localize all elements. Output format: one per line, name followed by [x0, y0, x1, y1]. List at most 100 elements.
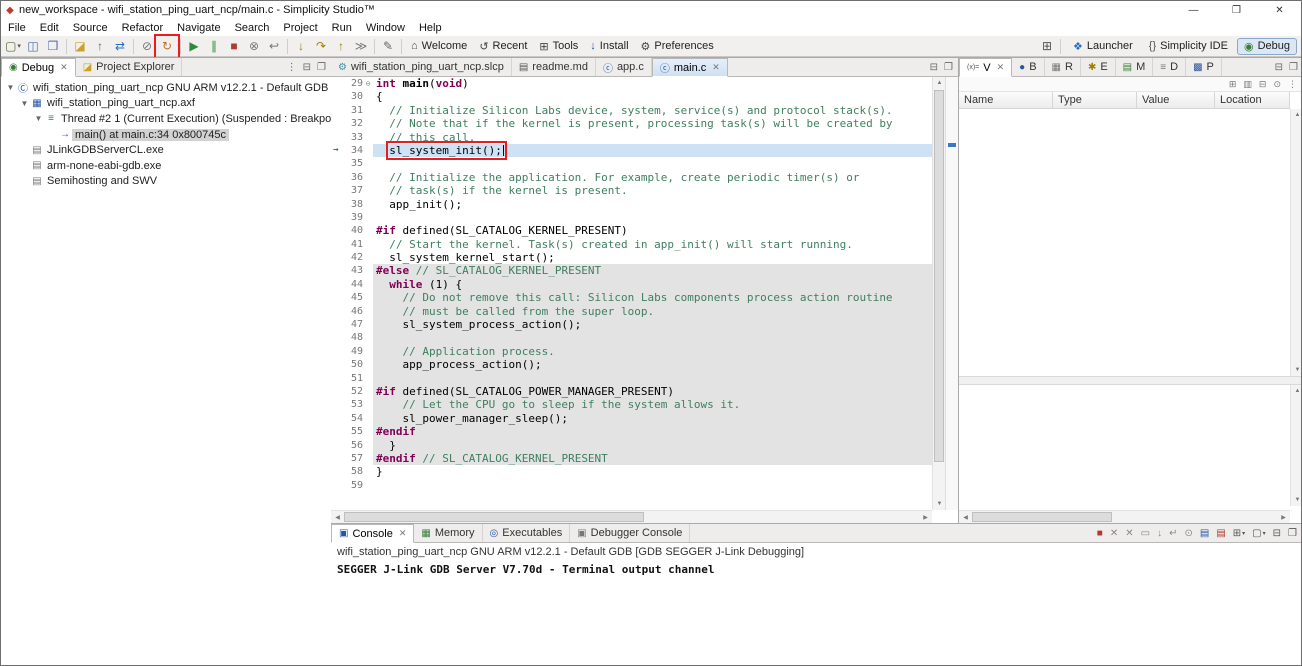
code-line-text[interactable]: {: [373, 90, 932, 103]
tab-executables[interactable]: ◎Executables: [483, 524, 571, 542]
show-stdout-icon[interactable]: ▤: [1200, 528, 1209, 539]
column-header-type[interactable]: Type: [1053, 92, 1137, 108]
tree-item-semihosting-and-swv[interactable]: ▤Semihosting and SWV: [1, 174, 331, 190]
tree-item-wifi-station-ping-uart-ncp-gnu[interactable]: ▼Ⓒwifi_station_ping_uart_ncp GNU ARM v12…: [1, 80, 331, 96]
terminate-console-icon[interactable]: ■: [1097, 528, 1103, 539]
code-line-text[interactable]: }: [373, 465, 932, 478]
overview-ruler[interactable]: [945, 77, 958, 510]
tab-project-explorer[interactable]: ◪Project Explorer: [76, 58, 183, 76]
menu-edit[interactable]: Edit: [33, 22, 66, 34]
display-console-icon[interactable]: ▢▾: [1252, 528, 1265, 539]
open-perspective-icon[interactable]: ⊞: [1037, 37, 1057, 56]
instruction-stepping-icon[interactable]: ≫: [351, 37, 371, 56]
instruction-pointer-icon[interactable]: →: [331, 144, 341, 157]
scroll-lock-icon[interactable]: ↓: [1157, 528, 1162, 539]
code-line-text[interactable]: // Do not remove this call: Silicon Labs…: [373, 291, 932, 304]
details-vertical-scrollbar[interactable]: ▲ ▼: [1290, 385, 1302, 506]
code-line-text[interactable]: app_init();: [373, 198, 932, 211]
tab-p[interactable]: ▩P: [1186, 58, 1222, 76]
tree-item-jlinkgdbservercl-exe[interactable]: ▤JLinkGDBServerCL.exe: [1, 142, 331, 158]
editor-vscroll-thumb[interactable]: [934, 90, 944, 462]
expander-icon[interactable]: ▼: [33, 114, 44, 123]
close-tab-icon[interactable]: ✕: [712, 62, 720, 73]
view-menu-icon[interactable]: ⋮: [1288, 79, 1297, 90]
tab-b[interactable]: ●B: [1012, 58, 1044, 76]
minimize-view-icon[interactable]: ⊟: [1275, 62, 1283, 73]
code-line-text[interactable]: #endif: [373, 425, 932, 438]
tools-button[interactable]: ⊞Tools: [533, 37, 584, 56]
tree-item-wifi-station-ping-uart-ncp-axf[interactable]: ▼▦wifi_station_ping_uart_ncp.axf: [1, 96, 331, 112]
code-editor[interactable]: 29⊖int main(void)30{31 // Initialize Sil…: [331, 77, 932, 510]
terminate-icon[interactable]: ■: [224, 37, 244, 56]
tab-debug[interactable]: ◉Debug✕: [1, 58, 76, 77]
code-line-text[interactable]: app_process_action();: [373, 358, 932, 371]
maximize-view-icon[interactable]: ❐: [944, 62, 953, 73]
code-line-text[interactable]: #else // SL_CATALOG_KERNEL_PRESENT: [373, 264, 932, 277]
variables-sash[interactable]: [959, 376, 1302, 385]
scroll-right-arrow-icon[interactable]: ▶: [919, 511, 932, 523]
code-line-text[interactable]: sl_system_init();: [373, 144, 932, 157]
collapse-all-icon[interactable]: ⊟: [1259, 79, 1267, 90]
tab-r[interactable]: ▦R: [1045, 58, 1081, 76]
show-columns-icon[interactable]: ▥: [1243, 79, 1252, 90]
tab-v[interactable]: (x)=V✕: [959, 58, 1012, 77]
tab-e[interactable]: ✱E: [1081, 58, 1116, 76]
tab-d[interactable]: ≡D: [1153, 58, 1186, 76]
open-console-icon[interactable]: ⊞▾: [1233, 528, 1245, 539]
step-into-icon[interactable]: ↓: [291, 37, 311, 56]
menu-navigate[interactable]: Navigate: [170, 22, 227, 34]
menu-file[interactable]: File: [1, 22, 33, 34]
pin-view-icon[interactable]: ⊙: [1273, 79, 1281, 90]
menu-help[interactable]: Help: [412, 22, 449, 34]
menu-run[interactable]: Run: [325, 22, 359, 34]
code-line-text[interactable]: sl_power_manager_sleep();: [373, 412, 932, 425]
menu-search[interactable]: Search: [228, 22, 277, 34]
maximize-view-icon[interactable]: ❐: [1289, 62, 1298, 73]
editor-tab-main-c[interactable]: ⓒmain.c✕: [652, 58, 728, 77]
tree-item-main-at-main-c-34-0x800745c[interactable]: →main() at main.c:34 0x800745c: [1, 127, 331, 143]
tree-item-thread-2-1-current-execution[interactable]: ▼≡Thread #2 1 (Current Execution) (Suspe…: [1, 111, 331, 127]
expander-icon[interactable]: ▼: [19, 99, 30, 108]
menu-project[interactable]: Project: [276, 22, 324, 34]
menu-window[interactable]: Window: [359, 22, 412, 34]
suspend-icon[interactable]: ∥: [204, 37, 224, 56]
code-line-text[interactable]: #if defined(SL_CATALOG_KERNEL_PRESENT): [373, 224, 932, 237]
close-tab-icon[interactable]: ✕: [399, 528, 407, 539]
scroll-up-arrow-icon[interactable]: ▲: [1291, 109, 1302, 121]
perspective-debug[interactable]: ◉Debug: [1237, 38, 1297, 55]
code-line-text[interactable]: // Note that if the kernel is present, p…: [373, 117, 932, 130]
code-line-text[interactable]: // must be called from the super loop.: [373, 305, 932, 318]
editor-tab-wifi-station-ping-uart-ncp-slcp[interactable]: ⚙wifi_station_ping_uart_ncp.slcp: [331, 58, 512, 76]
code-line-text[interactable]: // Start the kernel. Task(s) created in …: [373, 238, 932, 251]
minimize-button[interactable]: —: [1172, 1, 1215, 19]
column-header-location[interactable]: Location: [1215, 92, 1290, 108]
close-button[interactable]: ✕: [1258, 1, 1301, 19]
save-all-icon[interactable]: ❒: [43, 37, 63, 56]
column-header-value[interactable]: Value: [1137, 92, 1215, 108]
maximize-button[interactable]: ❐: [1215, 1, 1258, 19]
code-line-text[interactable]: [373, 211, 932, 224]
variables-details-pane[interactable]: [959, 385, 1290, 506]
recent-button[interactable]: ↺Recent: [473, 37, 533, 56]
tab-memory[interactable]: ▦Memory: [414, 524, 482, 542]
welcome-button[interactable]: ⌂Welcome: [405, 37, 473, 56]
clear-console-icon[interactable]: ▭: [1141, 528, 1150, 539]
minimize-view-icon[interactable]: ⊟: [303, 62, 311, 73]
scroll-left-arrow-icon[interactable]: ◀: [959, 511, 972, 523]
refresh-icon[interactable]: ⇄: [110, 37, 130, 56]
step-over-icon[interactable]: ↷: [311, 37, 331, 56]
variables-table-body[interactable]: [959, 109, 1290, 375]
remove-launch-icon[interactable]: ✕: [1110, 528, 1118, 539]
variables-horizontal-scrollbar[interactable]: ◀ ▶: [959, 510, 1290, 523]
reset-device-icon[interactable]: ↻: [157, 37, 177, 56]
install-button[interactable]: ↓Install: [584, 37, 634, 56]
close-tab-icon[interactable]: ✕: [60, 62, 68, 73]
skip-all-breakpoints-icon[interactable]: ⊘: [137, 37, 157, 56]
preferences-button[interactable]: ⚙Preferences: [635, 37, 720, 56]
drop-to-frame-icon[interactable]: ↩: [264, 37, 284, 56]
code-line-text[interactable]: #endif // SL_CATALOG_KERNEL_PRESENT: [373, 452, 932, 465]
code-line-text[interactable]: // this call.: [373, 131, 932, 144]
editor-vertical-scrollbar[interactable]: ▲ ▼: [932, 77, 945, 510]
code-line-text[interactable]: int main(void): [373, 77, 932, 90]
tab-console[interactable]: ▣Console✕: [331, 524, 414, 543]
